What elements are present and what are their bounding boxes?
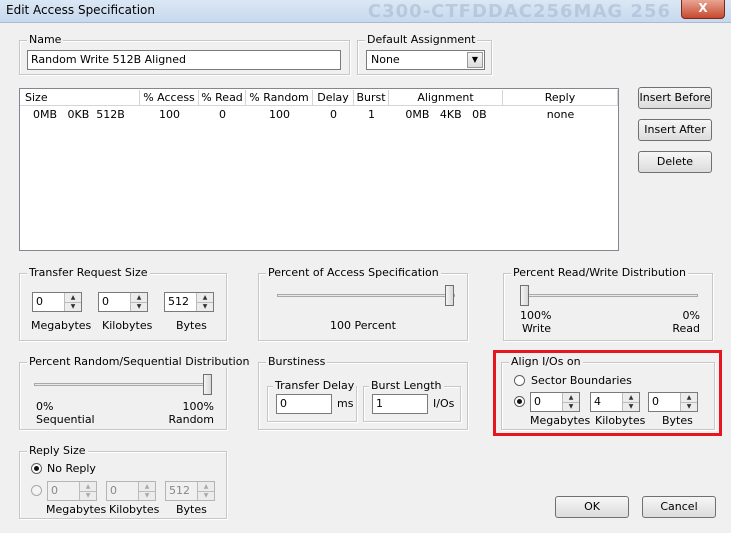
close-button[interactable]: X [681, 0, 725, 19]
percent-access-group: Percent of Access Specification 100 Perc… [258, 266, 468, 341]
transfer-delay-unit: ms [337, 397, 354, 410]
column-header-access[interactable]: % Access [140, 90, 199, 106]
read-write-slider-thumb[interactable] [520, 285, 529, 306]
reply-kilobytes-value: 0 [110, 484, 117, 497]
percent-access-slider-thumb[interactable] [445, 285, 454, 306]
insert-before-button[interactable]: Insert Before [638, 87, 712, 109]
delete-button[interactable]: Delete [638, 151, 712, 173]
transfer-kilobytes-value: 0 [102, 295, 109, 308]
percent-access-slider-track[interactable] [277, 294, 455, 297]
random-left-pct: 0% [36, 400, 54, 413]
ok-button[interactable]: OK [555, 496, 629, 518]
burst-length-legend: Burst Length [369, 379, 444, 392]
cell-read: 0 [219, 108, 226, 121]
transfer-bytes-stepper[interactable]: 512 ▲ ▼ [164, 292, 214, 312]
align-ios-highlight-box [493, 350, 722, 436]
transfer-kilobytes-stepper[interactable]: 0 ▲ ▼ [98, 292, 148, 312]
name-input[interactable]: Random Write 512B Aligned [27, 50, 341, 70]
reply-bytes-value: 512 [169, 484, 190, 497]
column-header-alignment[interactable]: Alignment [389, 90, 503, 106]
default-assignment-group: Default Assignment None ▼ [357, 33, 492, 75]
read-write-right-label: Read [672, 322, 700, 335]
random-slider-track[interactable] [34, 383, 212, 386]
cell-reply: none [546, 108, 575, 121]
transfer-request-size-legend: Transfer Request Size [27, 266, 150, 279]
column-header-burst[interactable]: Burst [354, 90, 389, 106]
read-write-right-pct: 0% [682, 309, 700, 322]
burst-length-group: Burst Length 1 I/Os [363, 379, 461, 422]
transfer-megabytes-value: 0 [36, 295, 43, 308]
read-write-left-label: Write [522, 322, 552, 335]
arrow-down-icon[interactable]: ▼ [198, 491, 214, 500]
reply-megabytes-value: 0 [51, 484, 58, 497]
default-assignment-select[interactable]: None ▼ [366, 50, 485, 70]
arrow-down-icon[interactable]: ▼ [65, 302, 81, 311]
cell-delay: 0 [330, 108, 337, 121]
transfer-delay-input[interactable]: 0 [276, 394, 332, 414]
transfer-bytes-label: Bytes [176, 319, 207, 332]
reply-bytes-stepper[interactable]: 512 ▲ ▼ [165, 481, 215, 501]
reply-kilobytes-label: Kilobytes [109, 503, 160, 516]
default-assignment-value: None [371, 53, 400, 66]
read-write-slider-track[interactable] [520, 294, 698, 297]
random-right-pct: 100% [182, 400, 214, 413]
transfer-megabytes-label: Megabytes [31, 319, 92, 332]
burst-length-input[interactable]: 1 [372, 394, 428, 414]
column-header-read[interactable]: % Read [199, 90, 246, 106]
transfer-request-size-group: Transfer Request Size 0 ▲ ▼ 0 ▲ ▼ 512 ▲ ▼ M… [19, 266, 227, 341]
reply-bytes-label: Bytes [176, 503, 207, 516]
edit-access-spec-window: Edit Access Specification C300-CTFDDAC25… [0, 0, 731, 533]
default-assignment-legend: Default Assignment [365, 33, 478, 46]
percent-access-legend: Percent of Access Specification [266, 266, 441, 279]
insert-after-button[interactable]: Insert After [638, 119, 712, 141]
random-right-label: Random [168, 413, 214, 426]
column-header-size[interactable]: Size [20, 90, 140, 106]
background-window-title: C300-CTFDDAC256MAG 256 [367, 1, 671, 22]
reply-kilobytes-stepper[interactable]: 0 ▲ ▼ [106, 481, 156, 501]
cell-size: 0MB 0KB 512B [33, 108, 125, 121]
reply-size-legend: Reply Size [27, 444, 88, 457]
name-group: Name Random Write 512B Aligned [19, 33, 350, 75]
percent-access-value-label: 100 Percent [330, 319, 396, 332]
cell-alignment: 0MB 4KB 0B [405, 108, 487, 121]
reply-megabytes-stepper[interactable]: 0 ▲ ▼ [47, 481, 97, 501]
no-reply-label: No Reply [47, 462, 96, 475]
transfer-delay-legend: Transfer Delay [273, 379, 357, 392]
name-legend: Name [27, 33, 64, 46]
arrow-down-icon[interactable]: ▼ [197, 302, 213, 311]
percent-read-write-group: Percent Read/Write Distribution 100% Wri… [503, 266, 713, 341]
percent-random-group: Percent Random/Sequential Distribution 0… [19, 355, 252, 430]
reply-size-custom-radio[interactable] [31, 485, 42, 496]
percent-read-write-legend: Percent Read/Write Distribution [511, 266, 688, 279]
column-header-reply[interactable]: Reply [503, 90, 618, 106]
cell-random: 100 [269, 108, 290, 121]
cell-access: 100 [159, 108, 180, 121]
transfer-megabytes-stepper[interactable]: 0 ▲ ▼ [32, 292, 82, 312]
transfer-delay-group: Transfer Delay 0 ms [267, 379, 357, 422]
cancel-button[interactable]: Cancel [642, 496, 716, 518]
burstiness-group: Burstiness Transfer Delay 0 ms Burst Len… [258, 355, 468, 430]
window-title: Edit Access Specification [6, 3, 155, 17]
read-write-left-pct: 100% [520, 309, 552, 322]
percent-random-legend: Percent Random/Sequential Distribution [27, 355, 252, 368]
reply-megabytes-label: Megabytes [46, 503, 107, 516]
transfer-kilobytes-label: Kilobytes [102, 319, 153, 332]
burst-length-unit: I/Os [433, 397, 455, 410]
burstiness-legend: Burstiness [266, 355, 328, 368]
arrow-down-icon[interactable]: ▼ [80, 491, 96, 500]
arrow-down-icon[interactable]: ▼ [131, 302, 147, 311]
transfer-bytes-value: 512 [168, 295, 189, 308]
cell-burst: 1 [368, 108, 375, 121]
reply-size-group: Reply Size No Reply 0 ▲ ▼ 0 ▲ ▼ 512 ▲ ▼ Meg… [19, 444, 227, 519]
chevron-down-icon[interactable]: ▼ [467, 52, 483, 68]
arrow-down-icon[interactable]: ▼ [139, 491, 155, 500]
access-spec-table[interactable]: Size % Access % Read % Random Delay Burs… [19, 88, 619, 251]
no-reply-radio[interactable] [31, 463, 42, 474]
column-header-delay[interactable]: Delay [313, 90, 354, 106]
random-left-label: Sequential [36, 413, 95, 426]
random-slider-thumb[interactable] [203, 374, 212, 395]
column-header-random[interactable]: % Random [246, 90, 313, 106]
titlebar: Edit Access Specification C300-CTFDDAC25… [0, 0, 731, 23]
